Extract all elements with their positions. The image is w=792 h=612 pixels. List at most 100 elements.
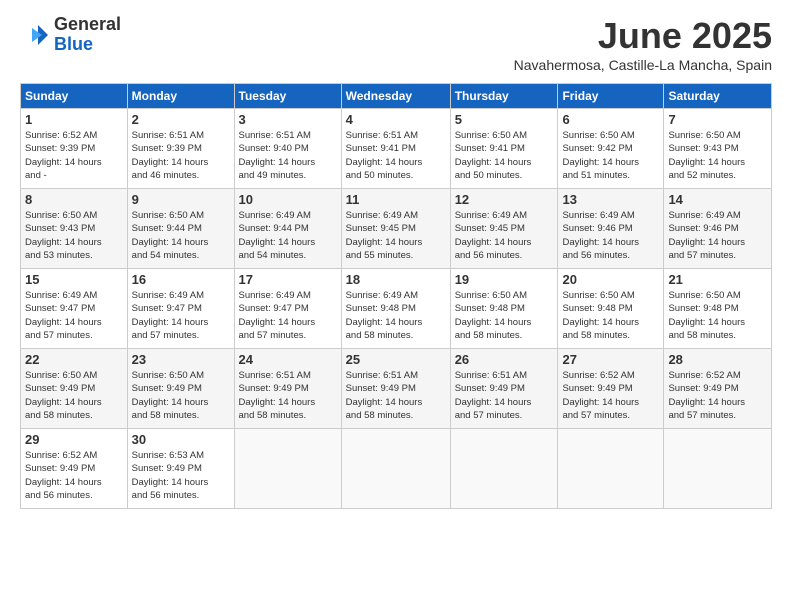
calendar-day-30: 30 Sunrise: 6:53 AM Sunset: 9:49 PM Dayli… xyxy=(127,429,234,509)
calendar-day-25: 25 Sunrise: 6:51 AM Sunset: 9:49 PM Dayli… xyxy=(341,349,450,429)
calendar-day-1: 1Sunrise: 6:52 AM Sunset: 9:39 PM Daylig… xyxy=(21,109,128,189)
calendar-day-16: 16 Sunrise: 6:49 AM Sunset: 9:47 PM Dayli… xyxy=(127,269,234,349)
day-info: Sunrise: 6:50 AM Sunset: 9:42 PM Dayligh… xyxy=(562,129,659,182)
day-number: 29 xyxy=(25,432,123,447)
calendar-title: June 2025 xyxy=(514,15,772,57)
day-number: 26 xyxy=(455,352,554,367)
calendar-day-3: 3Sunrise: 6:51 AM Sunset: 9:40 PM Daylig… xyxy=(234,109,341,189)
logo-icon xyxy=(20,20,50,50)
calendar-week-5: 29 Sunrise: 6:52 AM Sunset: 9:49 PM Dayli… xyxy=(21,429,772,509)
col-header-saturday: Saturday xyxy=(664,84,772,109)
day-info: Sunrise: 6:51 AM Sunset: 9:49 PM Dayligh… xyxy=(346,369,446,422)
day-number: 18 xyxy=(346,272,446,287)
day-info: Sunrise: 6:50 AM Sunset: 9:43 PM Dayligh… xyxy=(668,129,767,182)
day-info: Sunrise: 6:49 AM Sunset: 9:47 PM Dayligh… xyxy=(239,289,337,342)
calendar-day-21: 21 Sunrise: 6:50 AM Sunset: 9:48 PM Dayli… xyxy=(664,269,772,349)
day-info: Sunrise: 6:52 AM Sunset: 9:49 PM Dayligh… xyxy=(25,449,123,502)
calendar-day-2: 2Sunrise: 6:51 AM Sunset: 9:39 PM Daylig… xyxy=(127,109,234,189)
calendar-day-14: 14 Sunrise: 6:49 AM Sunset: 9:46 PM Dayli… xyxy=(664,189,772,269)
day-number: 21 xyxy=(668,272,767,287)
day-number: 25 xyxy=(346,352,446,367)
day-info: Sunrise: 6:51 AM Sunset: 9:49 PM Dayligh… xyxy=(455,369,554,422)
calendar-day-27: 27 Sunrise: 6:52 AM Sunset: 9:49 PM Dayli… xyxy=(558,349,664,429)
day-info: Sunrise: 6:51 AM Sunset: 9:41 PM Dayligh… xyxy=(346,129,446,182)
logo-blue: Blue xyxy=(54,35,121,55)
day-number: 19 xyxy=(455,272,554,287)
day-info: Sunrise: 6:49 AM Sunset: 9:48 PM Dayligh… xyxy=(346,289,446,342)
day-info: Sunrise: 6:49 AM Sunset: 9:47 PM Dayligh… xyxy=(25,289,123,342)
calendar-day-15: 15Sunrise: 6:49 AM Sunset: 9:47 PM Dayli… xyxy=(21,269,128,349)
calendar-day-5: 5Sunrise: 6:50 AM Sunset: 9:41 PM Daylig… xyxy=(450,109,558,189)
calendar-day-17: 17 Sunrise: 6:49 AM Sunset: 9:47 PM Dayli… xyxy=(234,269,341,349)
day-info: Sunrise: 6:49 AM Sunset: 9:46 PM Dayligh… xyxy=(562,209,659,262)
day-number: 4 xyxy=(346,112,446,127)
day-info: Sunrise: 6:50 AM Sunset: 9:48 PM Dayligh… xyxy=(668,289,767,342)
col-header-friday: Friday xyxy=(558,84,664,109)
day-number: 27 xyxy=(562,352,659,367)
day-info: Sunrise: 6:49 AM Sunset: 9:47 PM Dayligh… xyxy=(132,289,230,342)
day-info: Sunrise: 6:52 AM Sunset: 9:49 PM Dayligh… xyxy=(562,369,659,422)
day-info: Sunrise: 6:50 AM Sunset: 9:48 PM Dayligh… xyxy=(562,289,659,342)
day-number: 6 xyxy=(562,112,659,127)
day-info: Sunrise: 6:51 AM Sunset: 9:49 PM Dayligh… xyxy=(239,369,337,422)
calendar-day-22: 22Sunrise: 6:50 AM Sunset: 9:49 PM Dayli… xyxy=(21,349,128,429)
day-info: Sunrise: 6:51 AM Sunset: 9:40 PM Dayligh… xyxy=(239,129,337,182)
day-number: 22 xyxy=(25,352,123,367)
day-info: Sunrise: 6:49 AM Sunset: 9:45 PM Dayligh… xyxy=(346,209,446,262)
day-number: 20 xyxy=(562,272,659,287)
calendar-day-6: 6 Sunrise: 6:50 AM Sunset: 9:42 PM Daylig… xyxy=(558,109,664,189)
day-number: 30 xyxy=(132,432,230,447)
col-header-monday: Monday xyxy=(127,84,234,109)
day-info: Sunrise: 6:50 AM Sunset: 9:44 PM Dayligh… xyxy=(132,209,230,262)
calendar-day-11: 11 Sunrise: 6:49 AM Sunset: 9:45 PM Dayli… xyxy=(341,189,450,269)
calendar-day-9: 9 Sunrise: 6:50 AM Sunset: 9:44 PM Daylig… xyxy=(127,189,234,269)
day-number: 11 xyxy=(346,192,446,207)
calendar-week-1: 1Sunrise: 6:52 AM Sunset: 9:39 PM Daylig… xyxy=(21,109,772,189)
day-info: Sunrise: 6:49 AM Sunset: 9:44 PM Dayligh… xyxy=(239,209,337,262)
col-header-sunday: Sunday xyxy=(21,84,128,109)
day-number: 24 xyxy=(239,352,337,367)
header: General Blue June 2025 Navahermosa, Cast… xyxy=(20,15,772,73)
day-number: 1 xyxy=(25,112,123,127)
day-info: Sunrise: 6:52 AM Sunset: 9:49 PM Dayligh… xyxy=(668,369,767,422)
calendar-day-10: 10 Sunrise: 6:49 AM Sunset: 9:44 PM Dayli… xyxy=(234,189,341,269)
calendar-day-29: 29 Sunrise: 6:52 AM Sunset: 9:49 PM Dayli… xyxy=(21,429,128,509)
empty-cell xyxy=(558,429,664,509)
day-number: 9 xyxy=(132,192,230,207)
calendar-day-23: 23 Sunrise: 6:50 AM Sunset: 9:49 PM Dayli… xyxy=(127,349,234,429)
day-number: 23 xyxy=(132,352,230,367)
title-block: June 2025 Navahermosa, Castille-La Manch… xyxy=(514,15,772,73)
calendar-day-12: 12 Sunrise: 6:49 AM Sunset: 9:45 PM Dayli… xyxy=(450,189,558,269)
header-row: SundayMondayTuesdayWednesdayThursdayFrid… xyxy=(21,84,772,109)
day-info: Sunrise: 6:50 AM Sunset: 9:49 PM Dayligh… xyxy=(132,369,230,422)
calendar-week-2: 8Sunrise: 6:50 AM Sunset: 9:43 PM Daylig… xyxy=(21,189,772,269)
calendar-day-18: 18 Sunrise: 6:49 AM Sunset: 9:48 PM Dayli… xyxy=(341,269,450,349)
day-number: 17 xyxy=(239,272,337,287)
logo-general: General xyxy=(54,15,121,35)
day-number: 8 xyxy=(25,192,123,207)
calendar-day-19: 19Sunrise: 6:50 AM Sunset: 9:48 PM Dayli… xyxy=(450,269,558,349)
empty-cell xyxy=(341,429,450,509)
day-number: 28 xyxy=(668,352,767,367)
calendar-subtitle: Navahermosa, Castille-La Mancha, Spain xyxy=(514,57,772,73)
day-number: 10 xyxy=(239,192,337,207)
calendar-day-13: 13Sunrise: 6:49 AM Sunset: 9:46 PM Dayli… xyxy=(558,189,664,269)
calendar-week-4: 22 Sunrise: 6:50 AM Sunset: 9:49 PM Dayli… xyxy=(21,349,772,429)
day-info: Sunrise: 6:49 AM Sunset: 9:45 PM Dayligh… xyxy=(455,209,554,262)
calendar-day-28: 28 Sunrise: 6:52 AM Sunset: 9:49 PM Dayli… xyxy=(664,349,772,429)
col-header-wednesday: Wednesday xyxy=(341,84,450,109)
day-number: 12 xyxy=(455,192,554,207)
day-number: 7 xyxy=(668,112,767,127)
day-info: Sunrise: 6:49 AM Sunset: 9:46 PM Dayligh… xyxy=(668,209,767,262)
empty-cell xyxy=(234,429,341,509)
calendar-table: SundayMondayTuesdayWednesdayThursdayFrid… xyxy=(20,83,772,509)
day-number: 14 xyxy=(668,192,767,207)
empty-cell xyxy=(450,429,558,509)
calendar-day-8: 8Sunrise: 6:50 AM Sunset: 9:43 PM Daylig… xyxy=(21,189,128,269)
calendar-day-4: 4 Sunrise: 6:51 AM Sunset: 9:41 PM Daylig… xyxy=(341,109,450,189)
day-info: Sunrise: 6:51 AM Sunset: 9:39 PM Dayligh… xyxy=(132,129,230,182)
col-header-thursday: Thursday xyxy=(450,84,558,109)
day-number: 16 xyxy=(132,272,230,287)
calendar-day-20: 20 Sunrise: 6:50 AM Sunset: 9:48 PM Dayli… xyxy=(558,269,664,349)
day-info: Sunrise: 6:53 AM Sunset: 9:49 PM Dayligh… xyxy=(132,449,230,502)
